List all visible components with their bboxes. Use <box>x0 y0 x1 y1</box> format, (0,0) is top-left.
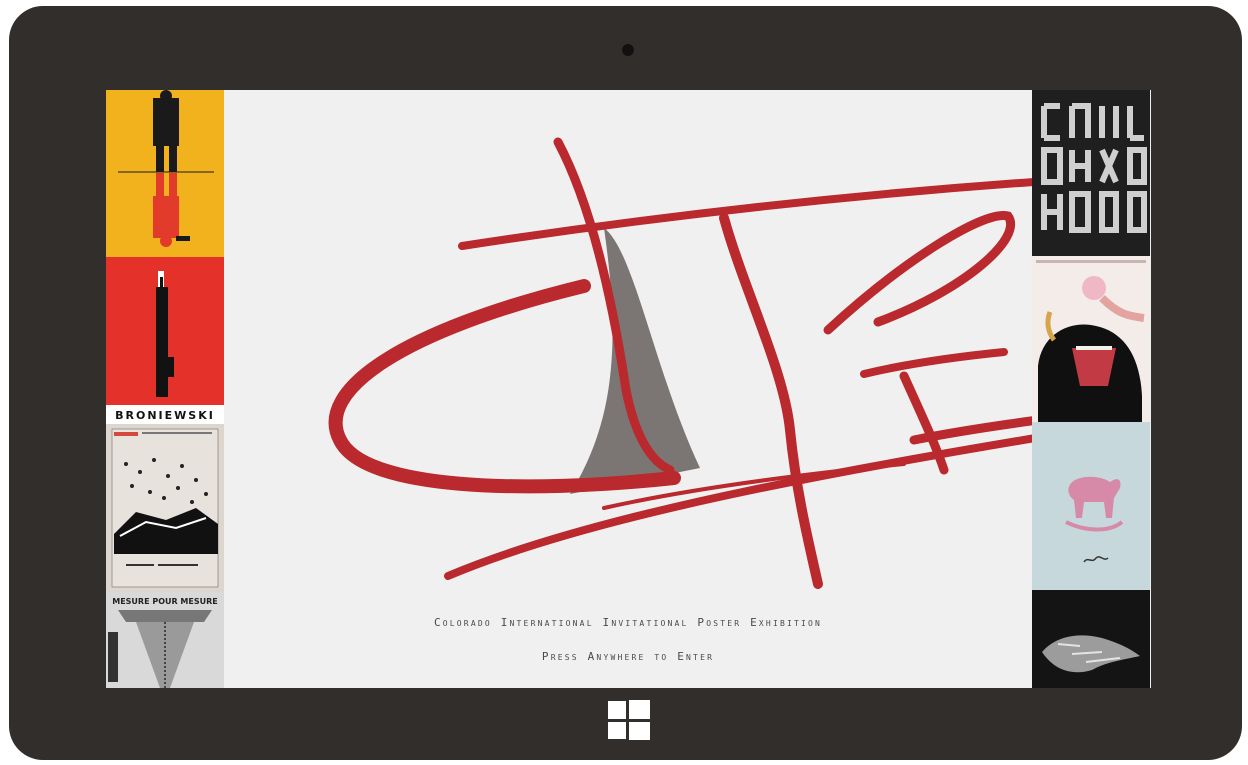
poster-yellow-figure-art <box>118 90 214 247</box>
poster-zipper-art: MESURE POUR MESURE <box>108 597 218 688</box>
poster-hand-sculpture-art <box>1042 635 1140 673</box>
poster-musical-notes[interactable] <box>106 424 224 592</box>
enter-prompt[interactable]: Press Anywhere to Enter <box>224 650 1032 663</box>
poster-broniewski-caption: BRONIEWSKI <box>115 409 215 422</box>
poster-broniewski-art: BRONIEWSKI <box>106 271 224 424</box>
poster-musical-notes-art <box>111 428 219 588</box>
poster-broniewski[interactable]: BRONIEWSKI <box>106 257 224 424</box>
poster-black-typography[interactable] <box>1032 90 1150 256</box>
poster-hand-sculpture[interactable] <box>1032 590 1150 688</box>
poster-zipper-caption: MESURE POUR MESURE <box>112 597 218 606</box>
poster-pink-horse[interactable] <box>1032 422 1150 590</box>
enter-area[interactable]: Colorado International Invitational Post… <box>224 90 1032 688</box>
poster-zipper[interactable]: MESURE POUR MESURE <box>106 592 224 688</box>
poster-black-typography-art <box>1041 103 1147 233</box>
ciipe-logo <box>328 137 1032 589</box>
poster-gorilla[interactable] <box>1032 256 1150 422</box>
poster-yellow-figure[interactable] <box>106 90 224 257</box>
exhibition-title: Colorado International Invitational Post… <box>433 616 823 629</box>
poster-pink-horse-art <box>1065 476 1124 563</box>
poster-gorilla-art <box>1036 260 1146 422</box>
camera-icon <box>622 44 634 56</box>
windows-logo-icon[interactable] <box>608 700 650 740</box>
app-screen: BRONIEWSKI MESURE POUR MESURE Colorado I… <box>106 90 1151 688</box>
